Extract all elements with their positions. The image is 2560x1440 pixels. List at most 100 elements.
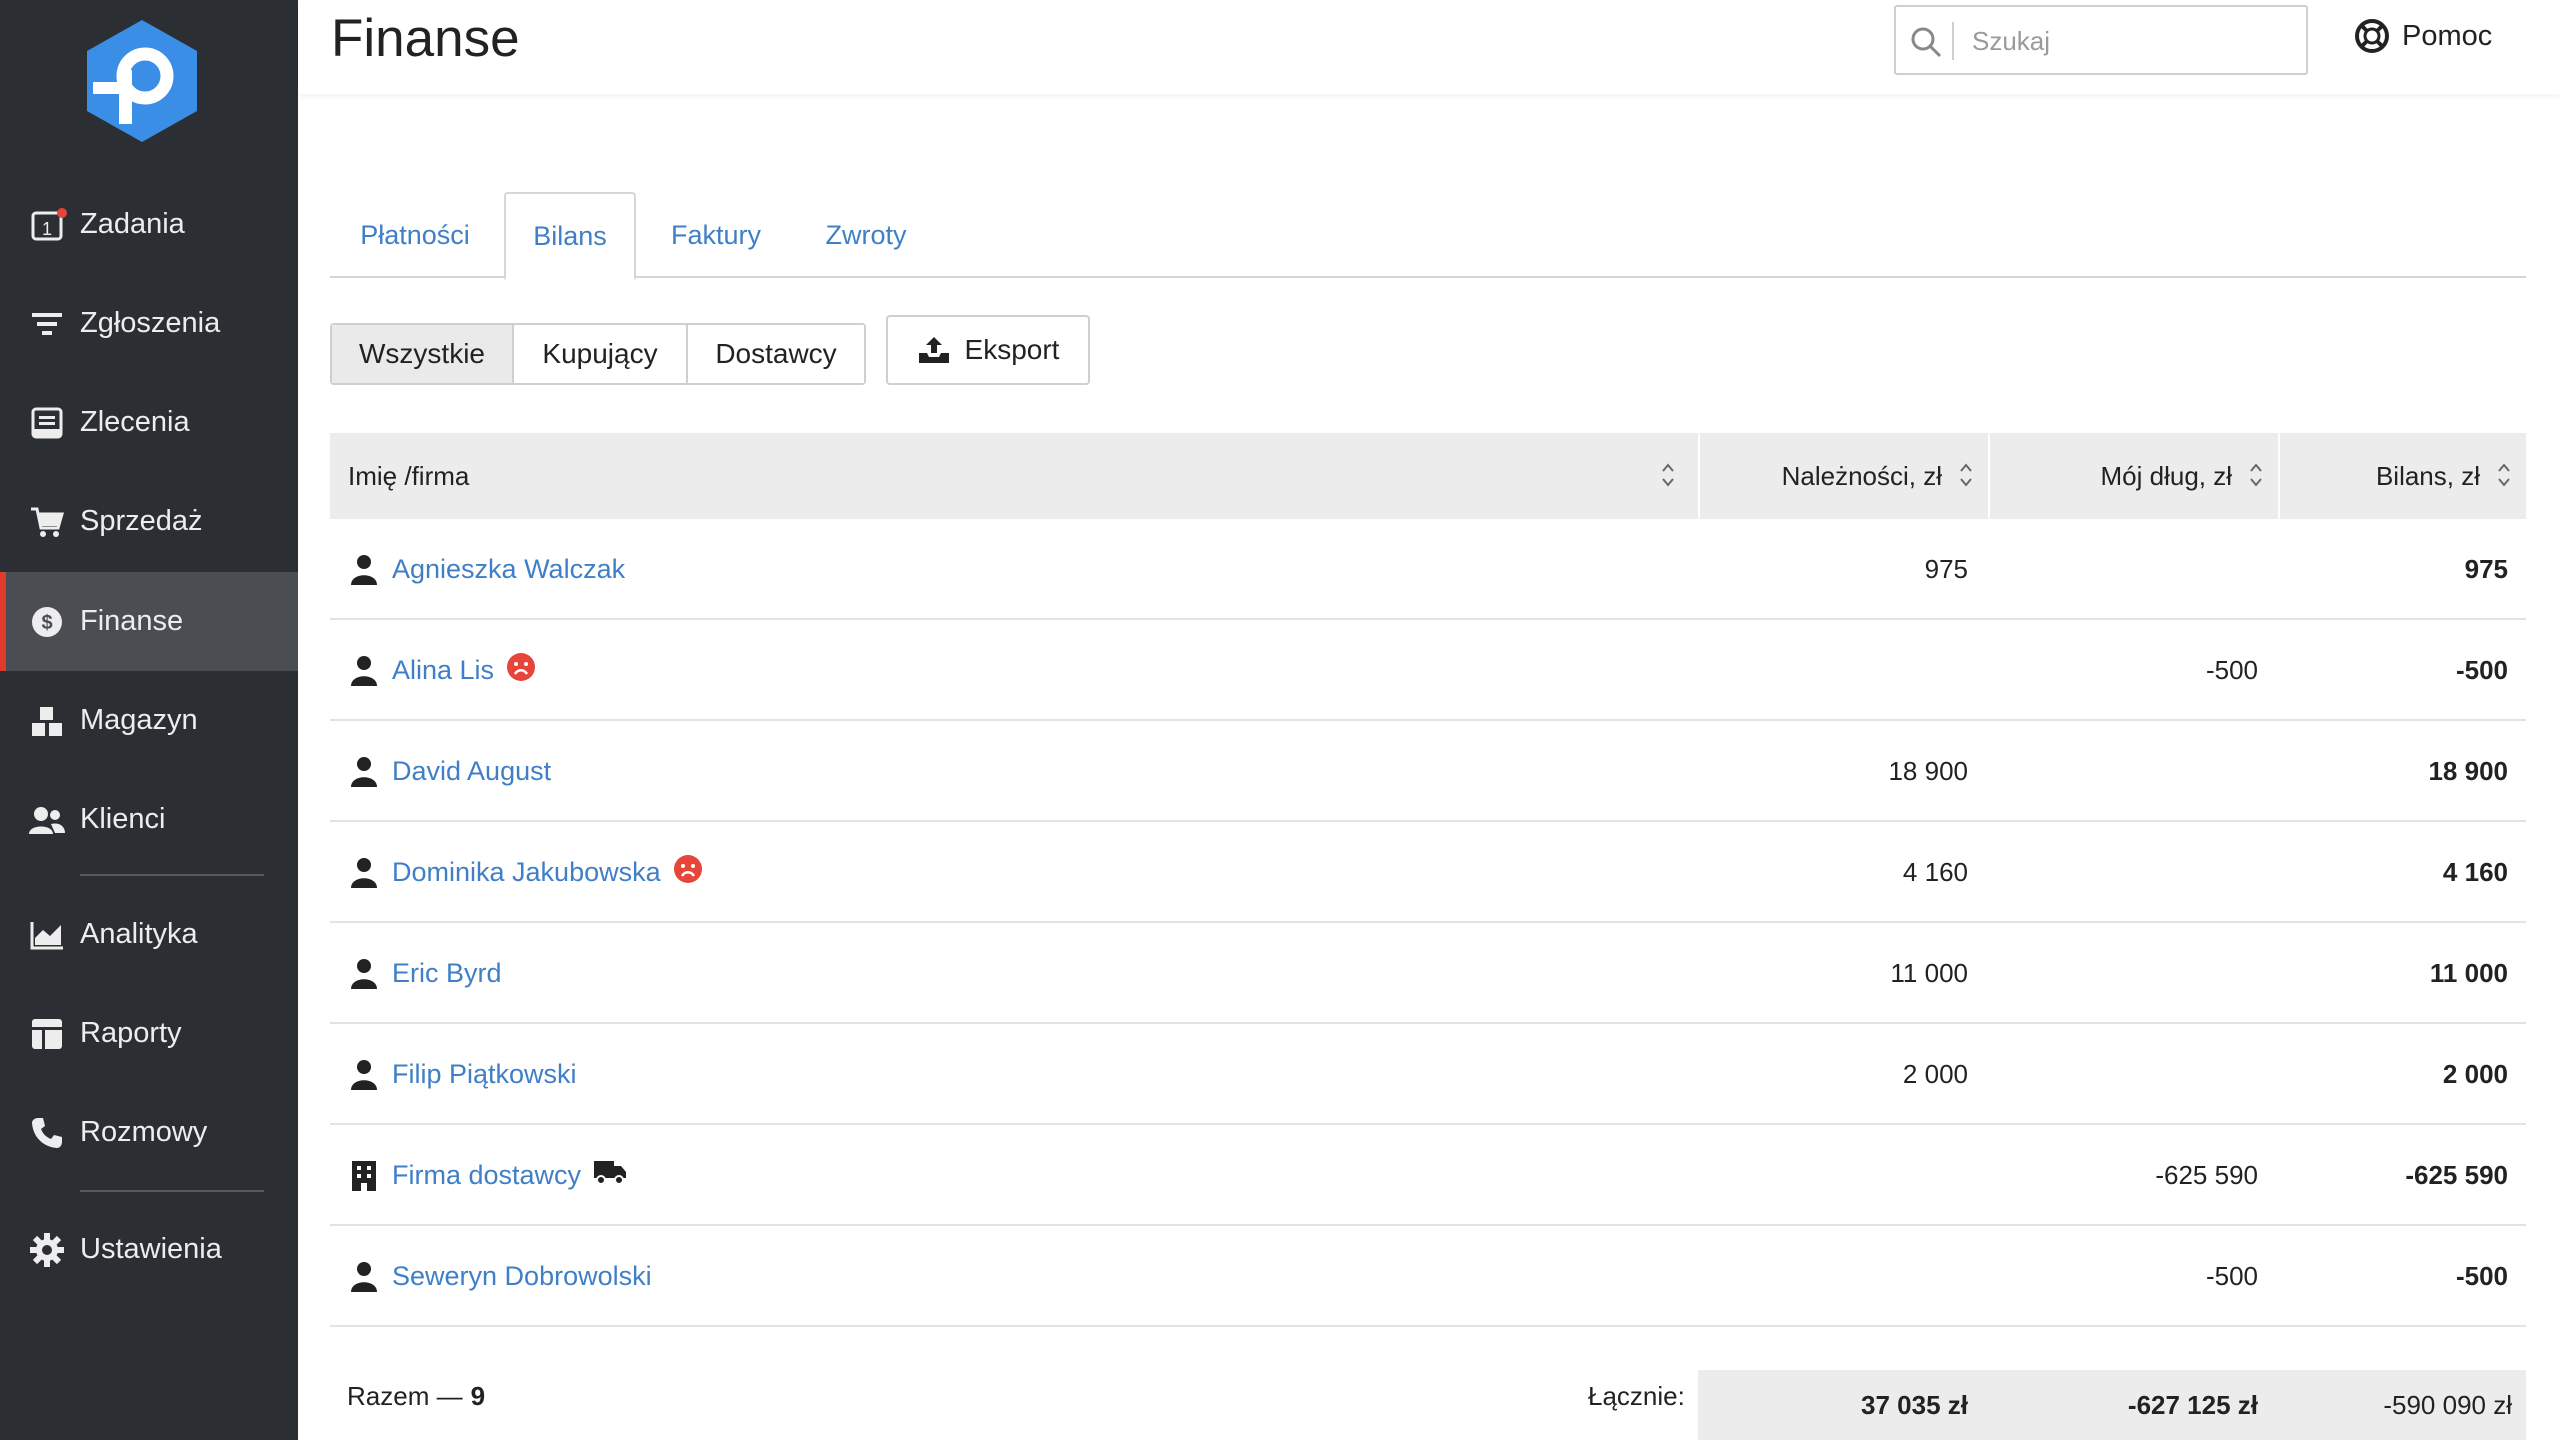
debt-cell [1990,519,2258,620]
col-label: Należności, zł [1781,460,1942,491]
receivables-cell: 11 000 [1890,958,1968,988]
search-input[interactable] [1972,21,2292,61]
receivables-cell [1700,620,1968,721]
table-row[interactable]: David August 18 900 18 900 [330,721,2526,822]
counterparty-cell: David August [350,721,551,822]
svg-text:1: 1 [42,219,52,239]
gear-icon [29,1232,65,1268]
receivables-cell: 18 900 [1888,756,1968,786]
sidebar-item-raporty[interactable]: Raporty [0,984,298,1083]
table-row[interactable]: Agnieszka Walczak 975 975 [330,519,2526,620]
col-header-receivables[interactable]: Należności, zł [1700,433,1988,519]
sidebar-item-label: Rozmowy [80,1116,208,1148]
app-logo[interactable] [83,18,201,142]
sidebar-item-analityka[interactable]: Analityka [0,885,298,984]
tab-faktury[interactable]: Faktury [640,192,792,278]
sidebar-item-label: Analityka [80,918,198,950]
sidebar-item-klienci[interactable]: Klienci [0,770,298,869]
top-header: Finanse Pomoc [298,0,2560,94]
counterparty-link[interactable]: Seweryn Dobrowolski [392,1261,652,1292]
table-row[interactable]: Eric Byrd 11 000 11 000 [330,923,2526,1024]
col-header-balance[interactable]: Bilans, zł [2280,433,2526,519]
tab-bilans[interactable]: Bilans [504,192,636,280]
chart-area-icon [29,917,65,953]
tab-zwroty[interactable]: Zwroty [796,192,936,278]
row-count-label: Razem — [347,1380,463,1411]
sidebar-item-sprzedaz[interactable]: Sprzedaż [0,472,298,571]
filter-suppliers-button[interactable]: Dostawcy [688,325,864,383]
sidebar-divider [80,874,264,876]
table-row[interactable]: Alina Lis -500 -500 [330,620,2526,721]
balance-table: Imię /firma Należności, zł Mój dług, zł … [330,433,2526,1327]
phone-icon [29,1115,65,1151]
sort-icon [1662,463,1674,487]
counterparty-cell: Agnieszka Walczak [350,519,625,620]
receivables-cell [1700,1226,1968,1327]
sidebar: 1 Zadania Zgłoszenia Zlecenia Sprzedaż $… [0,0,298,1440]
receivables-cell: 975 [1924,554,1968,584]
total-debt: -627 125 zł [2127,1389,2258,1420]
balance-cell: 975 [2464,554,2508,584]
table-row[interactable]: Filip Piątkowski 2 000 2 000 [330,1024,2526,1125]
sidebar-item-finanse[interactable]: $ Finanse [0,572,298,671]
reports-icon [29,1016,65,1052]
counterparty-link[interactable]: Firma dostawcy [392,1160,581,1191]
receivables-cell: 4 160 [1902,857,1968,887]
sidebar-item-zadania[interactable]: 1 Zadania [0,175,298,274]
table-row[interactable]: Seweryn Dobrowolski -500 -500 [330,1226,2526,1327]
table-body: Agnieszka Walczak 975 975 Alina Lis -500… [330,519,2526,1327]
counterparty-link[interactable]: Filip Piątkowski [392,1059,577,1090]
counterparty-link[interactable]: Alina Lis [392,655,494,686]
export-button[interactable]: Eksport [886,315,1090,385]
filter-buyers-button[interactable]: Kupujący [514,325,688,383]
col-header-name[interactable]: Imię /firma [330,433,1698,519]
person-icon [350,1261,392,1293]
col-label: Bilans, zł [2375,460,2480,491]
totals-label: Łącznie: [1588,1380,1685,1411]
counterparty-link[interactable]: Agnieszka Walczak [392,554,625,585]
counterparty-link[interactable]: Dominika Jakubowska [392,857,661,888]
debt-cell [1990,822,2258,923]
total-balance: -590 090 zł [2383,1389,2512,1420]
help-link[interactable]: Pomoc [2354,18,2492,54]
tab-platnosci[interactable]: Płatności [330,192,500,278]
sidebar-item-label: Klienci [80,803,166,835]
debt-cell [1990,721,2258,822]
sidebar-item-label: Sprzedaż [80,505,203,537]
table-row[interactable]: Firma dostawcy -625 590 -625 590 [330,1125,2526,1226]
balance-cell: -500 [2455,1261,2508,1291]
counterparty-cell: Filip Piątkowski [350,1024,577,1125]
sidebar-item-zgloszenia[interactable]: Zgłoszenia [0,274,298,373]
balance-cell: -500 [2455,655,2508,685]
person-icon [350,655,392,687]
col-label: Imię /firma [348,460,470,491]
counterparty-link[interactable]: Eric Byrd [392,958,502,989]
sidebar-item-ustawienia[interactable]: Ustawienia [0,1200,298,1299]
counterparty-cell: Seweryn Dobrowolski [350,1226,652,1327]
sidebar-item-magazyn[interactable]: Magazyn [0,671,298,770]
sidebar-item-rozmowy[interactable]: Rozmowy [0,1083,298,1182]
sidebar-item-label: Zgłoszenia [80,307,221,339]
finance-tabs: Płatności Bilans Faktury Zwroty [330,192,2526,280]
sidebar-item-label: Finanse [80,605,184,637]
person-icon [350,554,392,586]
counterparty-cell: Eric Byrd [350,923,502,1024]
search-box[interactable] [1894,5,2308,75]
sidebar-item-label: Zlecenia [80,406,190,438]
balance-cell: -625 590 [2405,1160,2508,1190]
col-header-debt[interactable]: Mój dług, zł [1990,433,2278,519]
page-title: Finanse [331,9,520,68]
table-row[interactable]: Dominika Jakubowska 4 160 4 160 [330,822,2526,923]
counterparty-cell: Dominika Jakubowska [350,822,703,923]
counterparty-link[interactable]: David August [392,756,551,787]
svg-text:$: $ [41,612,52,634]
lifebuoy-icon [2355,19,2389,53]
filter-icon [29,306,65,342]
person-icon [350,756,392,788]
sidebar-divider [80,1190,264,1192]
orders-icon [29,405,65,441]
balance-cell: 4 160 [2442,857,2508,887]
help-label: Pomoc [2402,19,2493,52]
sidebar-item-zlecenia[interactable]: Zlecenia [0,373,298,472]
filter-all-button[interactable]: Wszystkie [332,325,514,383]
